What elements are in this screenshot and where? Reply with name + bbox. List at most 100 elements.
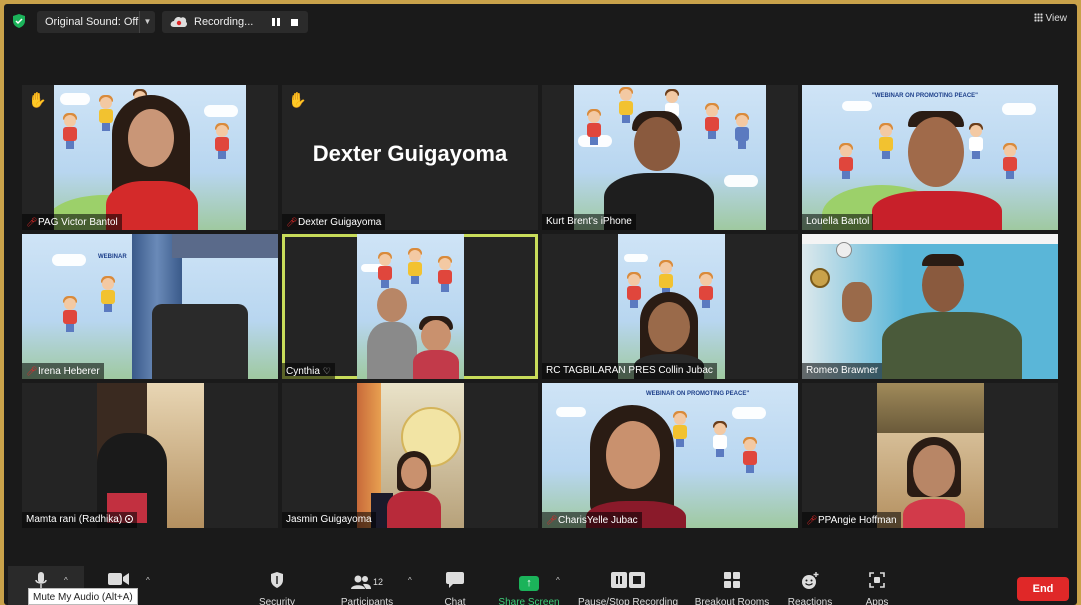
mic-muted-icon: 🎤︎	[286, 217, 298, 227]
video-tile[interactable]: WEBINAR ON PROMOTING PEACE" 🎤︎CharisYell…	[542, 383, 798, 528]
recording-label: Recording...	[194, 16, 254, 28]
mic-muted-icon: 🎤︎	[546, 515, 558, 525]
breakout-rooms-icon	[692, 572, 772, 592]
participant-video	[802, 234, 1058, 379]
webinar-banner: "WEBINAR ON PROMOTING PEACE"	[872, 93, 979, 99]
participant-name: Dexter Guigayoma	[298, 217, 382, 228]
participants-label: Participants	[340, 597, 394, 605]
breakout-rooms-button[interactable]: Breakout Rooms	[692, 566, 772, 605]
reactions-label: Reactions	[787, 597, 833, 605]
meeting-toolbar: ^ ^ Security 12 Participants ^ Chat ↑ Sh…	[4, 566, 1077, 605]
apps-label: Apps	[865, 597, 889, 605]
video-tile[interactable]: ✋ 🎤︎PAG Victor Bantol	[22, 85, 278, 230]
share-screen-button[interactable]: ↑ Share Screen	[498, 566, 560, 605]
share-options-chevron-icon[interactable]: ^	[556, 576, 560, 585]
zoom-meeting-window: Original Sound: Off ▼ Recording... View	[4, 4, 1077, 605]
video-tile[interactable]: Romeo Brawner	[802, 234, 1058, 379]
audio-options-chevron-icon[interactable]: ^	[64, 576, 68, 585]
raised-hand-icon: ✋	[28, 92, 47, 109]
participant-name: PAG Victor Bantol	[38, 217, 118, 228]
participant-name: Irena Heberer	[38, 366, 100, 377]
video-tile[interactable]: WEBINAR 🎤︎Irena Heberer	[22, 234, 278, 379]
apps-icon	[860, 572, 894, 592]
participant-video	[54, 85, 246, 230]
original-sound-label: Original Sound: Off	[45, 16, 139, 28]
view-label: View	[1045, 13, 1068, 24]
pause-stop-icon	[576, 572, 680, 592]
video-tile[interactable]: RC TAGBILARAN PRES Collin Jubac	[542, 234, 798, 379]
breakout-rooms-label: Breakout Rooms	[694, 597, 770, 605]
participant-name: CharisYelle Jubac	[558, 515, 638, 526]
recording-status-icon	[125, 515, 134, 523]
chat-button[interactable]: Chat	[440, 566, 470, 605]
participant-video	[357, 234, 464, 379]
participant-video	[357, 383, 464, 528]
participants-button[interactable]: 12 Participants	[332, 566, 402, 605]
cloud-record-icon	[170, 17, 188, 27]
participants-chevron-icon[interactable]: ^	[408, 576, 412, 585]
stop-recording-icon[interactable]	[291, 19, 298, 26]
share-screen-label: Share Screen	[498, 597, 560, 605]
participant-name-tag: 🎤︎PPAngie Hoffman	[802, 512, 901, 528]
participant-name-tag: Louella Bantol	[802, 214, 874, 230]
video-tile[interactable]: Jasmin Guigayoma	[282, 383, 538, 528]
mic-muted-icon: 🎤︎	[806, 515, 818, 525]
view-button[interactable]: View	[1033, 13, 1068, 24]
smiley-plus-icon	[786, 572, 834, 592]
video-tile[interactable]: "WEBINAR ON PROMOTING PEACE" Louella Ban…	[802, 85, 1058, 230]
chat-label: Chat	[444, 597, 466, 605]
participant-video	[877, 383, 984, 528]
participant-video: "WEBINAR ON PROMOTING PEACE"	[802, 85, 1058, 230]
security-button[interactable]: Security	[252, 566, 302, 605]
video-tile[interactable]: ✋ Dexter Guigayoma 🎤︎Dexter Guigayoma	[282, 85, 538, 230]
video-tile[interactable]: Kurt Brent's iPhone	[542, 85, 798, 230]
participant-name: Mamta rani (Radhika)	[26, 514, 123, 525]
original-sound-button[interactable]: Original Sound: Off ▼	[37, 11, 155, 33]
participant-name: PPAngie Hoffman	[818, 515, 897, 526]
participants-icon: 12	[332, 572, 402, 592]
apps-button[interactable]: Apps	[860, 566, 894, 605]
end-meeting-button[interactable]: End	[1017, 577, 1069, 601]
participant-name: Cynthia	[286, 366, 320, 377]
participant-video	[574, 85, 766, 230]
participant-display-name: Dexter Guigayoma	[312, 141, 508, 166]
participant-name-tag: 🎤︎CharisYelle Jubac	[542, 512, 642, 528]
mute-tooltip: Mute My Audio (Alt+A)	[28, 588, 138, 605]
participant-name-tag: Jasmin Guigayoma	[282, 512, 376, 528]
participant-name: RC TAGBILARAN PRES Collin Jubac	[546, 365, 713, 376]
participant-video: WEBINAR ON PROMOTING PEACE"	[542, 383, 798, 528]
participant-name: Kurt Brent's iPhone	[546, 216, 632, 227]
participant-name-tag: RC TAGBILARAN PRES Collin Jubac	[542, 363, 717, 379]
shield-icon[interactable]	[12, 14, 26, 28]
participant-name-tag: 🎤︎PAG Victor Bantol	[22, 214, 122, 230]
chevron-down-icon[interactable]: ▼	[139, 11, 155, 33]
shield-icon	[252, 572, 302, 592]
raised-hand-icon: ✋	[288, 92, 307, 109]
participants-count: 12	[372, 577, 383, 587]
chat-bubble-icon	[440, 572, 470, 592]
security-label: Security	[258, 597, 296, 605]
participant-video	[97, 383, 204, 528]
video-tile[interactable]: 🎤︎PPAngie Hoffman	[802, 383, 1058, 528]
webinar-banner: WEBINAR ON PROMOTING PEACE"	[646, 391, 750, 397]
top-bar: Original Sound: Off ▼ Recording... View	[4, 4, 1077, 38]
participant-name-tag: Kurt Brent's iPhone	[542, 214, 636, 230]
mic-muted-icon: 🎤︎	[26, 217, 38, 227]
participant-video: WEBINAR	[22, 234, 278, 379]
video-tile[interactable]: Mamta rani (Radhika)	[22, 383, 278, 528]
recording-indicator: Recording...	[162, 11, 308, 33]
video-options-chevron-icon[interactable]: ^	[146, 576, 150, 585]
pause-stop-label: Pause/Stop Recording	[577, 597, 679, 605]
share-screen-icon: ↑	[498, 572, 560, 592]
webinar-banner: WEBINAR	[98, 254, 127, 260]
participant-name: Louella Bantol	[806, 216, 870, 227]
reactions-button[interactable]: Reactions	[786, 566, 834, 605]
video-tile-active-speaker[interactable]: Cynthia ♡	[282, 234, 538, 379]
grid-icon	[1033, 13, 1043, 22]
pause-stop-recording-button[interactable]: Pause/Stop Recording	[576, 566, 680, 605]
participant-name-tag: 🎤︎Irena Heberer	[22, 363, 104, 379]
participant-name-tag: 🎤︎Dexter Guigayoma	[282, 214, 386, 230]
pause-recording-icon[interactable]	[271, 17, 281, 27]
participant-name: Jasmin Guigayoma	[286, 514, 372, 525]
participant-name: Romeo Brawner	[806, 365, 879, 376]
